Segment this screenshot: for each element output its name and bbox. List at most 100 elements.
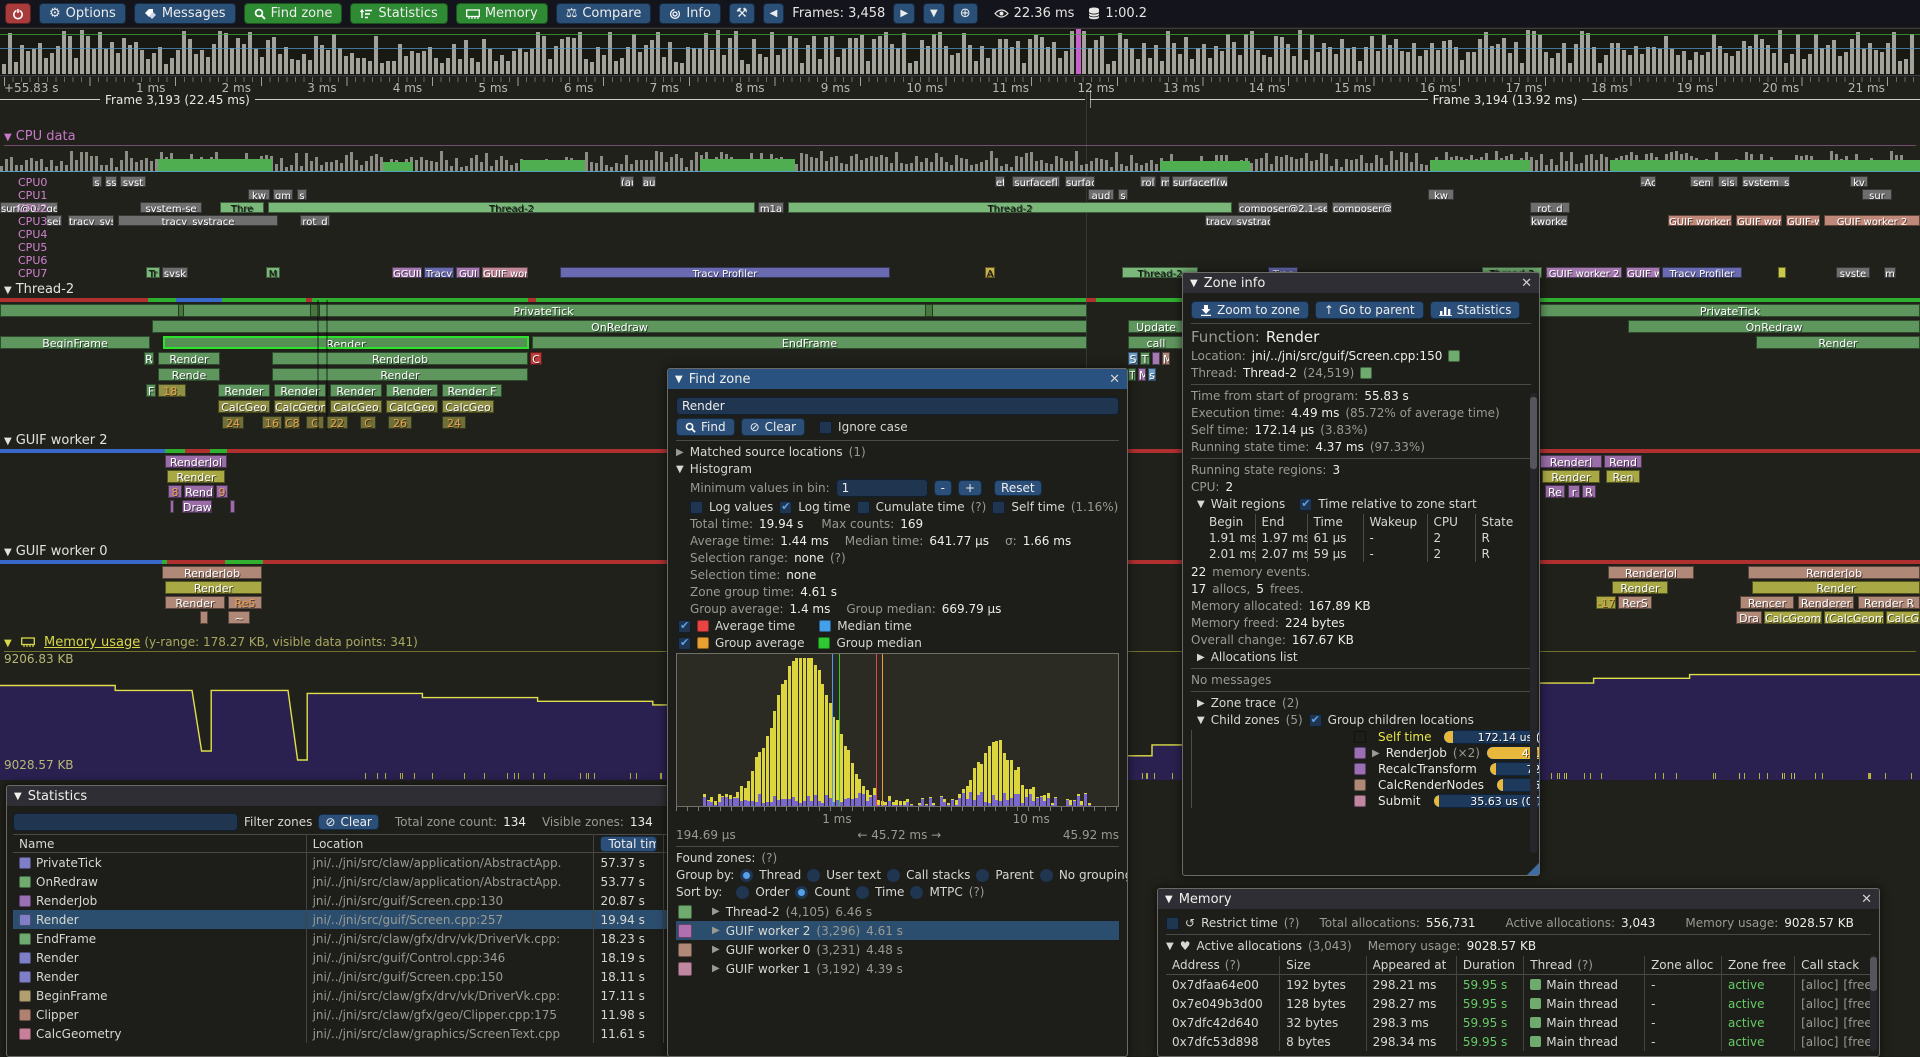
messages-button[interactable]: Messages bbox=[134, 3, 236, 24]
timeline-zone[interactable] bbox=[1152, 352, 1160, 365]
cpu-zone[interactable]: GUI bbox=[456, 267, 480, 278]
timeline-zone[interactable]: C8 bbox=[284, 416, 300, 429]
timeline-zone[interactable]: Update bbox=[1128, 320, 1184, 333]
statistics-button[interactable]: Statistics bbox=[350, 3, 447, 24]
scrollbar-thumb[interactable] bbox=[1870, 957, 1877, 991]
timeline-zone[interactable]: Render bbox=[163, 336, 529, 349]
timeline-zone[interactable]: call bbox=[1128, 336, 1184, 349]
timeline-zone[interactable]: R bbox=[144, 352, 154, 365]
timeline-zone[interactable]: Renderer bbox=[1798, 596, 1854, 609]
timeline-zone[interactable] bbox=[170, 500, 174, 513]
cpu-zone[interactable]: rot_d bbox=[1530, 202, 1570, 213]
cpu-zone[interactable]: s bbox=[1118, 189, 1128, 200]
child-zone-row[interactable]: Submit 35.63 us (0.79%) bbox=[1340, 794, 1531, 808]
found-zone-row[interactable]: ▶ GUIF worker 1 (3,192) 4.39 s bbox=[676, 959, 1119, 978]
scrollbar[interactable] bbox=[1870, 955, 1877, 1051]
cpu-zone[interactable]: composer@ bbox=[1332, 202, 1392, 213]
cpu-zone[interactable]: surfac bbox=[1065, 176, 1095, 187]
timeline-zone[interactable]: F bbox=[146, 384, 156, 397]
cpu-zone[interactable]: system_s bbox=[1742, 176, 1790, 187]
timeline-zone[interactable]: Re5 bbox=[228, 596, 262, 609]
column-name[interactable]: Name bbox=[13, 834, 306, 853]
timeline-zone[interactable]: C bbox=[360, 416, 376, 429]
log-values-checkbox[interactable] bbox=[690, 501, 703, 514]
cpu-zone[interactable]: Thread-2 bbox=[268, 202, 755, 213]
zone-trace[interactable]: Zone trace bbox=[1211, 696, 1276, 710]
timeline-zone[interactable]: Rende bbox=[158, 368, 220, 381]
go-to-parent-button[interactable]: ↑Go to parent bbox=[1315, 301, 1424, 319]
cpu-zone[interactable]: et bbox=[995, 176, 1005, 187]
time-ruler[interactable]: +55.83 s1 ms2 ms3 ms4 ms5 ms6 ms7 ms8 ms… bbox=[0, 77, 1920, 93]
zoom-to-zone-button[interactable]: Zoom to zone bbox=[1191, 301, 1309, 319]
timeline-zone[interactable]: 8 bbox=[168, 485, 182, 498]
timeline-zone[interactable]: PrivateTick bbox=[1540, 304, 1920, 317]
timeline-zone[interactable]: M bbox=[1162, 352, 1170, 365]
timeline-zone[interactable]: s bbox=[1148, 368, 1156, 381]
timeline-zone[interactable] bbox=[178, 304, 184, 317]
collapse-icon[interactable]: ▼ bbox=[676, 464, 684, 475]
cpu-zone[interactable]: GUIF worker 0 bbox=[1668, 215, 1732, 226]
cpu-zone[interactable]: ss bbox=[105, 176, 117, 187]
collapse-icon[interactable]: ▼ bbox=[4, 547, 12, 558]
cpu-zone[interactable]: sei bbox=[46, 215, 62, 226]
sort-count-radio[interactable] bbox=[795, 886, 808, 899]
timeline-zone[interactable]: RenderJol bbox=[1608, 566, 1694, 579]
cpu-zone[interactable]: sis bbox=[1718, 176, 1738, 187]
relative-time-checkbox[interactable] bbox=[1299, 498, 1312, 511]
child-zone-row[interactable]: CalcRenderNodes 51.51 us (1.15%) bbox=[1340, 778, 1531, 792]
memory-button[interactable]: Memory bbox=[456, 3, 548, 24]
cpu-zone[interactable]: surfacefl bbox=[1012, 176, 1060, 187]
timeline-zone[interactable]: Render bbox=[165, 596, 225, 609]
timeline-zone[interactable]: Render bbox=[158, 352, 220, 365]
timeline-zone[interactable]: Render bbox=[272, 368, 528, 381]
zone-thread[interactable]: Thread-2 bbox=[1243, 366, 1297, 380]
next-frame-button[interactable]: ▶ bbox=[893, 3, 915, 24]
collapse-icon[interactable]: ▼ bbox=[14, 791, 22, 802]
cpu-zone[interactable]: sysk bbox=[162, 267, 188, 278]
cpu-zone[interactable]: GUIF w bbox=[1626, 267, 1660, 278]
allocation-row[interactable]: 0x7e049b3d00 128 bytes 298.27 ms 59.95 s… bbox=[1166, 994, 1871, 1013]
zone-statistics-button[interactable]: Statistics bbox=[1430, 301, 1521, 319]
timeline-zone[interactable]: EndFrame bbox=[532, 336, 1087, 349]
timeline-zone[interactable]: M bbox=[1138, 368, 1146, 381]
cpu-zone[interactable]: tracy_systrace bbox=[1205, 215, 1271, 226]
timeline-zone[interactable]: (CalcGeomet bbox=[1824, 611, 1884, 624]
timeline-zone[interactable]: Render bbox=[167, 470, 225, 483]
timeline-zone[interactable]: CalcGeo bbox=[218, 400, 270, 413]
timeline-zone[interactable]: 22 bbox=[326, 416, 348, 429]
cpu-zone[interactable]: m bbox=[1884, 267, 1896, 278]
child-zone-row[interactable]: ▶ RenderJob (×2) 4.16 ms (92.60%) bbox=[1340, 746, 1531, 760]
histogram-section[interactable]: ▼ Histogram bbox=[676, 462, 1119, 476]
group-children-checkbox[interactable] bbox=[1309, 714, 1322, 727]
clear-button[interactable]: ⊘Clear bbox=[741, 418, 805, 436]
column-appeared[interactable]: Appeared at bbox=[1366, 956, 1456, 975]
timeline-zone[interactable]: RenderJol bbox=[165, 455, 227, 468]
timeline-zone[interactable]: CalcGeo bbox=[1886, 611, 1920, 624]
scrollbar-thumb[interactable] bbox=[1530, 397, 1537, 469]
timeline-zone[interactable]: RenderJob bbox=[272, 352, 528, 365]
cpu-zone[interactable]: syst bbox=[120, 176, 146, 187]
cpu-data-header[interactable]: ▼CPU data bbox=[4, 129, 1916, 146]
collapse-icon[interactable]: ▼ bbox=[1190, 278, 1198, 289]
cpu-zone[interactable]: kw bbox=[248, 189, 270, 200]
cpu-zone[interactable]: syste bbox=[1836, 267, 1870, 278]
timeline-zone[interactable]: 24 bbox=[222, 416, 244, 429]
close-icon[interactable]: ✕ bbox=[1861, 892, 1872, 907]
timeline-zone[interactable]: OnRedraw bbox=[1628, 320, 1920, 333]
cpu-zone[interactable]: m1a bbox=[758, 202, 784, 213]
close-icon[interactable]: ✕ bbox=[1521, 276, 1532, 291]
timeline-zone[interactable]: Rencer bbox=[1740, 596, 1794, 609]
cpu-zone[interactable]: GUIF worker 2 bbox=[1824, 215, 1920, 226]
timeline-zone[interactable]: 18. bbox=[158, 384, 186, 397]
cpu-zone[interactable]: system-se bbox=[140, 202, 202, 213]
power-button[interactable] bbox=[5, 3, 31, 24]
cpu-zone[interactable]: GUIF worker 2 bbox=[1546, 267, 1622, 278]
timeline-zone[interactable]: Render bbox=[1756, 336, 1920, 349]
bin-minus-button[interactable]: - bbox=[934, 480, 952, 496]
zone-location[interactable]: jni/../jni/src/guif/Screen.cpp:150 bbox=[1252, 349, 1443, 363]
thread2-header[interactable]: ▼Thread-2 bbox=[4, 282, 1916, 299]
column-size[interactable]: Size bbox=[1279, 956, 1365, 975]
frame-label-right[interactable]: Frame 3,194 (13.92 ms) bbox=[1090, 92, 1920, 107]
group-none-radio[interactable] bbox=[1040, 869, 1053, 882]
cpu-zone[interactable]: Thread-2 bbox=[788, 202, 1232, 213]
